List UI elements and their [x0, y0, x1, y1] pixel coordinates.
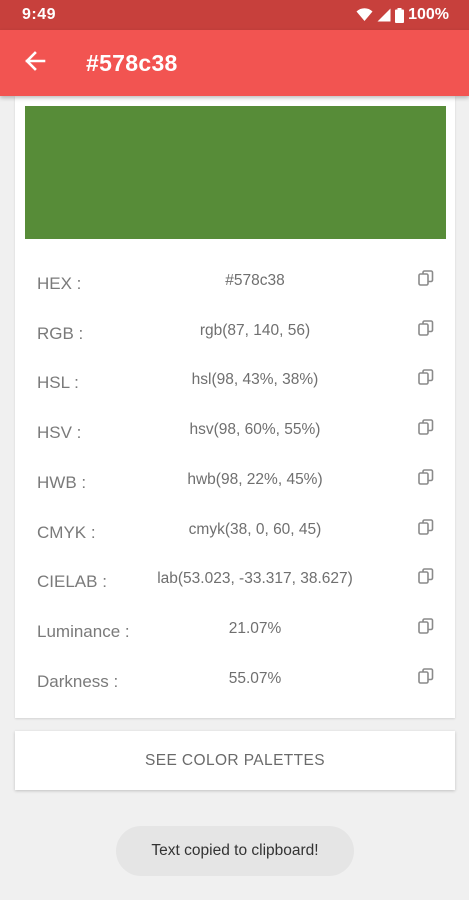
color-format-row: CMYK : cmyk(38, 0, 60, 45): [15, 513, 455, 562]
format-value: #578c38: [225, 272, 285, 289]
color-format-row: HSL : hsl(98, 43%, 38%): [15, 363, 455, 412]
color-format-row: HEX : #578c38: [15, 264, 455, 313]
color-format-row: Darkness : 55.07%: [15, 662, 455, 711]
copy-icon[interactable]: [416, 616, 436, 636]
page-title: #578c38: [86, 49, 178, 76]
format-value: hsv(98, 60%, 55%): [189, 421, 321, 439]
copy-icon[interactable]: [416, 467, 436, 487]
status-time: 9:49: [22, 6, 57, 23]
copy-icon[interactable]: [416, 517, 436, 537]
battery-percent: 100%: [408, 6, 449, 23]
copy-icon[interactable]: [416, 318, 436, 338]
copy-icon[interactable]: [416, 566, 436, 586]
color-format-row: RGB : rgb(87, 140, 56): [15, 314, 455, 363]
back-arrow-icon: [24, 50, 46, 77]
format-label: Luminance :: [37, 621, 130, 641]
format-value: 55.07%: [228, 669, 282, 687]
copy-icon[interactable]: [416, 417, 436, 437]
color-swatch: [25, 106, 446, 239]
format-label: HSL :: [37, 373, 79, 393]
cell-signal-icon: [377, 8, 391, 22]
format-value: hsl(98, 43%, 38%): [191, 371, 319, 389]
copy-icon[interactable]: [416, 367, 436, 387]
color-details-card: HEX : #578c38 RGB : rgb(87, 140, 56) HSL : hs…: [15, 96, 455, 718]
copy-icon[interactable]: [416, 666, 436, 686]
format-value: 21.07%: [228, 619, 282, 637]
color-format-row: Luminance : 21.07%: [15, 612, 455, 661]
toast-message: Text copied to clipboard!: [116, 826, 354, 876]
wifi-icon: [356, 8, 373, 22]
back-button[interactable]: [0, 30, 70, 96]
format-label: RGB :: [37, 323, 84, 343]
color-format-row: HSV : hsv(98, 60%, 55%): [15, 413, 455, 462]
format-value: rgb(87, 140, 56): [199, 321, 311, 339]
color-format-row: CIELAB : lab(53.023, -33.317, 38.627): [15, 562, 455, 611]
battery-icon: [395, 7, 405, 23]
color-format-row: HWB : hwb(98, 22%, 45%): [15, 463, 455, 512]
format-label: HWB :: [37, 472, 87, 492]
format-value: hwb(98, 22%, 45%): [187, 470, 323, 488]
format-label: CMYK :: [37, 522, 96, 542]
format-value: cmyk(38, 0, 60, 45): [188, 520, 322, 538]
status-icons: 100%: [356, 6, 449, 24]
copy-icon[interactable]: [416, 268, 436, 288]
see-color-palettes-button[interactable]: SEE COLOR PALETTES: [15, 731, 455, 790]
app-bar: #578c38: [0, 30, 469, 96]
format-label: CIELAB :: [37, 572, 107, 592]
status-bar: 9:49 100%: [0, 0, 469, 30]
format-label: HEX :: [37, 274, 82, 293]
format-label: HSV :: [37, 423, 82, 443]
format-value: lab(53.023, -33.317, 38.627): [157, 570, 353, 588]
format-label: Darkness :: [37, 671, 119, 691]
